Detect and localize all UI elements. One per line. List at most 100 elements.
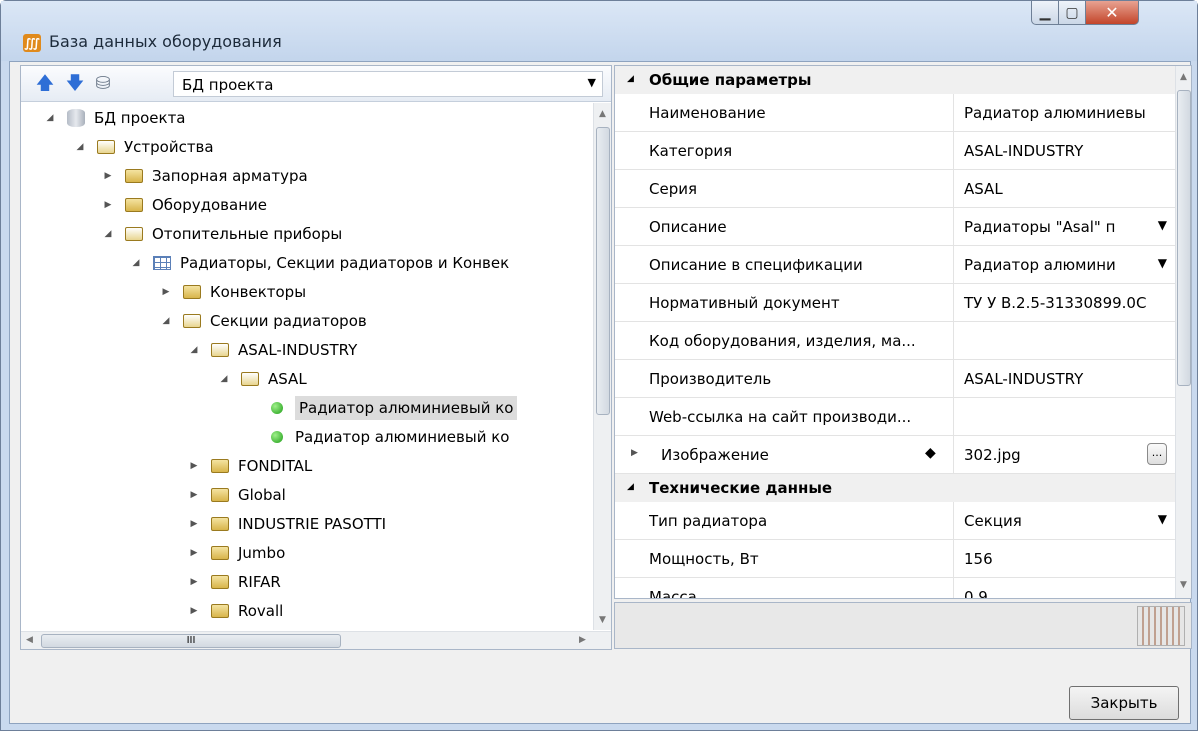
- collapse-arrow-icon[interactable]: ◢: [129, 258, 143, 268]
- equipment-tree[interactable]: ◢ БД проекта ◢ Устройства ▶ Запорная арматура…: [21, 103, 593, 630]
- collapse-arrow-icon[interactable]: ◢: [217, 374, 231, 384]
- maximize-button[interactable]: ▢: [1058, 1, 1086, 25]
- property-value[interactable]: Радиатор алюмини ▼: [953, 246, 1175, 284]
- property-value[interactable]: 156: [953, 540, 1175, 578]
- collapse-arrow-icon[interactable]: ◢: [101, 229, 115, 239]
- tree-node[interactable]: ◢ ASAL: [217, 366, 307, 392]
- expand-arrow-icon[interactable]: ▶: [187, 461, 201, 471]
- tree-node-selected[interactable]: Радиатор алюминиевый ко: [245, 395, 518, 421]
- property-value[interactable]: Радиаторы "Asal" п ▼: [953, 208, 1175, 246]
- property-value[interactable]: [953, 398, 1175, 436]
- property-value[interactable]: ТУ У В.2.5-31330899.0С: [953, 284, 1175, 322]
- property-row[interactable]: Тип радиатора Секция ▼: [615, 502, 1175, 540]
- tree-node[interactable]: ▶ Запорная арматура: [101, 163, 308, 189]
- property-row[interactable]: ▶ ◆ Изображение 302.jpg...: [615, 436, 1175, 474]
- properties-vertical-scrollbar[interactable]: ▲ ▼: [1175, 66, 1191, 598]
- chevron-down-icon[interactable]: ▼: [1153, 256, 1167, 270]
- scroll-thumb[interactable]: [1177, 90, 1191, 386]
- property-category[interactable]: ◢ Общие параметры: [615, 66, 1175, 94]
- tree-node[interactable]: ▶ Конвекторы: [159, 279, 307, 305]
- chevron-down-icon[interactable]: ▼: [1153, 512, 1167, 526]
- property-row[interactable]: Код оборудования, изделия, ма...: [615, 322, 1175, 360]
- tree-node[interactable]: ◢ БД проекта: [43, 105, 186, 131]
- property-row[interactable]: Серия ASAL: [615, 170, 1175, 208]
- tree-node[interactable]: ▶ Jumbo: [187, 540, 286, 566]
- tree-node[interactable]: ◢ Отопительные приборы: [101, 221, 343, 247]
- expand-arrow-icon[interactable]: ▶: [187, 577, 201, 587]
- property-value[interactable]: 0.9: [953, 578, 1175, 598]
- tree-node[interactable]: ▶ FONDITAL: [187, 453, 313, 479]
- scroll-up-icon[interactable]: ▲: [599, 109, 606, 119]
- database-settings-icon[interactable]: ⛁: [93, 74, 113, 94]
- collapse-arrow-icon[interactable]: ◢: [73, 142, 87, 152]
- tree-node[interactable]: ◢ Радиаторы, Секции радиаторов и Конвек: [129, 250, 510, 276]
- property-row[interactable]: Нормативный документ ТУ У В.2.5-31330899.…: [615, 284, 1175, 322]
- source-select[interactable]: БД проекта ▼: [173, 71, 603, 97]
- property-value[interactable]: 302.jpg...: [953, 436, 1175, 474]
- tree-node[interactable]: ▶ Rovall: [187, 598, 284, 624]
- expand-arrow-icon[interactable]: ▶: [187, 519, 201, 529]
- expand-arrow-icon[interactable]: ▶: [187, 490, 201, 500]
- property-row[interactable]: Производитель ASAL-INDUSTRY: [615, 360, 1175, 398]
- property-name: Нормативный документ: [649, 294, 840, 312]
- tree-horizontal-scrollbar[interactable]: ◀ III ▶: [21, 631, 611, 649]
- tree-node-label: ASAL-INDUSTRY: [238, 341, 358, 359]
- collapse-arrow-icon[interactable]: ◢: [43, 113, 57, 123]
- expand-arrow-icon[interactable]: ▶: [101, 200, 115, 210]
- expand-arrow-icon[interactable]: ▶: [187, 548, 201, 558]
- folder-icon: [211, 546, 229, 560]
- property-row[interactable]: Описание в спецификации Радиатор алюмини ▼: [615, 246, 1175, 284]
- title-bar[interactable]: ∭ База данных оборудования ▁ ▢ ✕: [1, 1, 1197, 61]
- close-window-button[interactable]: ✕: [1085, 1, 1139, 25]
- collapse-arrow-icon[interactable]: ◢: [187, 345, 201, 355]
- property-row[interactable]: Мощность, Вт 156: [615, 540, 1175, 578]
- scroll-right-icon[interactable]: ▶: [579, 635, 586, 645]
- tree-node[interactable]: ◢ Секции радиаторов: [159, 308, 367, 334]
- property-value[interactable]: Секция ▼: [953, 502, 1175, 540]
- tree-node[interactable]: ▶ RIFAR: [187, 569, 281, 595]
- expand-arrow-icon[interactable]: ▶: [159, 287, 173, 297]
- property-value[interactable]: ASAL: [953, 170, 1175, 208]
- minimize-button[interactable]: ▁: [1031, 1, 1059, 25]
- property-row[interactable]: Масса 0.9: [615, 578, 1175, 598]
- property-value[interactable]: ASAL-INDUSTRY: [953, 132, 1175, 170]
- property-value[interactable]: [953, 322, 1175, 360]
- property-row[interactable]: Категория ASAL-INDUSTRY: [615, 132, 1175, 170]
- property-value-text: Радиаторы "Asal" п: [964, 218, 1116, 236]
- folder-open-icon: [211, 343, 229, 357]
- scroll-down-icon[interactable]: ▼: [1180, 580, 1187, 590]
- collapse-arrow-icon[interactable]: ◢: [627, 482, 634, 492]
- property-value[interactable]: Радиатор алюминиевы: [953, 94, 1175, 132]
- browse-button[interactable]: ...: [1147, 443, 1167, 465]
- arrow-down-icon[interactable]: 🡇: [65, 74, 85, 94]
- tree-node[interactable]: Радиатор алюминиевый ко: [245, 424, 509, 450]
- scroll-left-icon[interactable]: ◀: [26, 635, 33, 645]
- tree-vertical-scrollbar[interactable]: ▲ ▼: [593, 103, 611, 630]
- property-row[interactable]: Web-ссылка на сайт производи...: [615, 398, 1175, 436]
- tree-node[interactable]: ▶ INDUSTRIE PASOTTI: [187, 511, 387, 537]
- collapse-arrow-icon[interactable]: ◢: [159, 316, 173, 326]
- tree-node[interactable]: ▶ Оборудование: [101, 192, 267, 218]
- property-category[interactable]: ◢ Технические данные: [615, 474, 1175, 502]
- chevron-down-icon[interactable]: ▼: [1153, 218, 1167, 232]
- property-row[interactable]: Наименование Радиатор алюминиевы: [615, 94, 1175, 132]
- close-button[interactable]: Закрыть: [1069, 686, 1179, 720]
- property-value[interactable]: ASAL-INDUSTRY: [953, 360, 1175, 398]
- tree-node[interactable]: ◢ ASAL-INDUSTRY: [187, 337, 358, 363]
- property-name: Web-ссылка на сайт производи...: [649, 408, 912, 426]
- property-row[interactable]: Описание Радиаторы "Asal" п ▼: [615, 208, 1175, 246]
- expand-arrow-icon[interactable]: ▶: [631, 448, 638, 458]
- expand-arrow-icon[interactable]: ▶: [187, 606, 201, 616]
- tree-node[interactable]: ▶ Global: [187, 482, 286, 508]
- tree-node-label: Отопительные приборы: [152, 225, 343, 243]
- expand-arrow-icon[interactable]: ▶: [101, 171, 115, 181]
- tree-panel: 🡅 🡇 ⛁ БД проекта ▼ ◢ БД проекта ◢ Устройств…: [20, 65, 612, 650]
- scroll-thumb-horizontal[interactable]: III: [41, 634, 341, 648]
- arrow-up-icon[interactable]: 🡅: [35, 74, 55, 94]
- collapse-arrow-icon[interactable]: ◢: [627, 74, 634, 84]
- tree-node[interactable]: ◢ Устройства: [73, 134, 214, 160]
- property-value-text: 156: [964, 550, 993, 568]
- scroll-down-icon[interactable]: ▼: [599, 615, 606, 625]
- scroll-thumb[interactable]: [596, 127, 610, 415]
- scroll-up-icon[interactable]: ▲: [1180, 72, 1187, 82]
